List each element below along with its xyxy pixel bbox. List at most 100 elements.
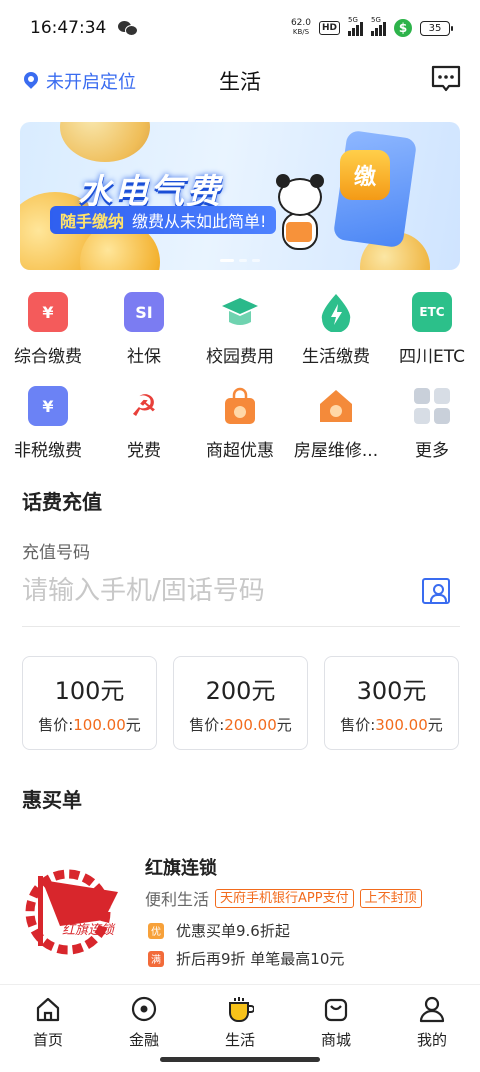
banner-subtitle-text: 缴费从未如此简单! <box>132 212 267 231</box>
nav-label: 首页 <box>32 1031 63 1049</box>
hd-icon: HD <box>318 21 340 35</box>
merchant-logo-text: 红旗连锁 <box>62 923 116 938</box>
amount-price: 售价:100.00元 <box>38 714 141 735</box>
service-item[interactable]: SI 社保 <box>96 286 192 380</box>
discount-badge-icon: 优 <box>148 922 164 939</box>
service-item[interactable]: 生活缴费 <box>288 286 384 380</box>
merchant-tag: 天府手机银行APP支付 <box>215 888 354 908</box>
price-unit: 元 <box>276 716 292 734</box>
price-unit: 元 <box>427 716 443 734</box>
house-icon <box>316 386 356 426</box>
service-item-label: 房屋维修... <box>293 441 379 461</box>
party-emblem-icon: ☭ <box>130 388 158 424</box>
deals-section-title: 惠买单 <box>22 788 82 812</box>
banner-subtitle: 随手缴纳 缴费从未如此简单! <box>50 206 277 234</box>
service-item-label: 更多 <box>415 441 449 461</box>
network-speed-value: 62.0 <box>290 18 311 28</box>
service-grid-row: ¥ 非税缴费 ☭ 党费 商超优惠 房屋维修... 更多 <box>0 380 480 474</box>
nav-label: 商城 <box>320 1031 351 1049</box>
service-item[interactable]: 房屋维修... <box>288 380 384 474</box>
contacts-icon[interactable] <box>422 578 450 604</box>
service-item[interactable]: ¥ 非税缴费 <box>0 380 96 474</box>
service-item[interactable]: 商超优惠 <box>192 380 288 474</box>
service-item-label: 非税缴费 <box>14 441 82 461</box>
merchant-category: 便利生活 <box>145 890 210 909</box>
mall-bag-icon <box>324 998 348 1022</box>
home-indicator <box>160 1057 320 1062</box>
etc-card-icon: ETC <box>412 292 452 332</box>
message-button[interactable] <box>430 63 462 95</box>
promo-banner[interactable]: 缴 水电气费 随手缴纳 缴费从未如此简单! <box>20 122 460 270</box>
panda-mascot <box>270 174 330 254</box>
service-item-label: 综合缴费 <box>14 347 82 367</box>
more-grid-icon <box>412 386 452 426</box>
banner-subtitle-highlight: 随手缴纳 <box>60 212 125 231</box>
amount-card[interactable]: 300元售价:300.00元 <box>324 656 459 750</box>
network-speed-unit: KB/S <box>292 28 310 36</box>
profile-icon <box>419 996 445 1023</box>
service-item-label: 四川ETC <box>399 347 465 367</box>
amount-price: 售价:200.00元 <box>189 714 292 735</box>
status-bar: 16:47:34 62.0 KB/S HD 5G 5G $ 35 <box>0 0 480 56</box>
service-item[interactable]: ETC 四川ETC <box>384 286 480 380</box>
service-item-label: 校园费用 <box>206 347 274 367</box>
amount-card[interactable]: 100元售价:100.00元 <box>22 656 157 750</box>
nav-label: 金融 <box>128 1031 159 1049</box>
main-content: 缴 水电气费 随手缴纳 缴费从未如此简单! ¥ 综合缴费 SI 社保 校园费用 生活缴费 E… <box>0 106 480 984</box>
finance-icon <box>131 996 157 1022</box>
divider <box>22 626 460 627</box>
amount-value: 200元 <box>205 677 276 705</box>
merchant-name: 红旗连锁 <box>145 858 217 879</box>
service-item-label: 商超优惠 <box>206 441 274 461</box>
service-item-label: 党费 <box>127 441 161 461</box>
amount-value: 300元 <box>356 677 427 705</box>
nav-label: 生活 <box>224 1031 255 1049</box>
nav-label: 我的 <box>416 1031 447 1049</box>
service-grid: ¥ 综合缴费 SI 社保 校园费用 生活缴费 ETC 四川ETC ¥ 非税缴费 ☭ 党费 商超优惠 房屋维… <box>0 286 480 474</box>
amount-price: 售价:300.00元 <box>340 714 443 735</box>
chat-bubble-icon <box>431 65 461 92</box>
network-speed: 62.0 KB/S <box>291 19 311 37</box>
service-item-label: 生活缴费 <box>302 347 370 367</box>
reduction-badge-icon: 满 <box>148 950 164 967</box>
price-value: 100.00 <box>73 716 126 734</box>
life-cup-icon <box>229 997 254 1022</box>
service-item[interactable]: ☭ 党费 <box>96 380 192 474</box>
offer-text: 优惠买单9.6折起 <box>176 922 290 940</box>
service-item[interactable]: ¥ 综合缴费 <box>0 286 96 380</box>
home-icon <box>36 997 60 1022</box>
nav-item[interactable]: 我的 <box>384 985 480 1072</box>
graduation-cap-icon <box>220 292 260 332</box>
nav-item[interactable]: 首页 <box>0 985 96 1072</box>
recharge-section-title: 话费充值 <box>22 490 102 514</box>
carousel-indicator <box>20 259 460 262</box>
service-item[interactable]: 校园费用 <box>192 286 288 380</box>
merchant-tag: 上不封顶 <box>359 888 422 908</box>
merchant-card[interactable]: 红旗连锁 红旗连锁 便利生活 天府手机银行APP支付 上不封顶 优 优惠买单9.… <box>0 846 480 976</box>
amount-value: 100元 <box>54 677 125 705</box>
status-time: 16:47:34 <box>30 18 107 38</box>
pay-badge: 缴 <box>340 150 390 200</box>
location-pin-icon <box>24 72 38 90</box>
recharge-amounts: 100元 售价:100.00元 200元 售价:200.00元 300元 售价:300.0… <box>22 656 459 750</box>
amount-card[interactable]: 200元售价:200.00元 <box>173 656 308 750</box>
merchant-category-row: 便利生活 天府手机银行APP支付 上不封顶 <box>145 886 422 910</box>
signal-label: 5G <box>348 16 358 24</box>
service-item[interactable]: 更多 <box>384 380 480 474</box>
price-value: 200.00 <box>224 716 277 734</box>
price-label: 售价: <box>189 716 225 734</box>
header: 未开启定位 生活 <box>0 56 480 106</box>
phone-number-label: 充值号码 <box>22 543 90 563</box>
phone-number-input[interactable] <box>22 568 422 614</box>
price-label: 售价: <box>340 716 376 734</box>
signal-icon: 5G <box>371 16 386 36</box>
location-button[interactable]: 未开启定位 <box>24 68 136 94</box>
water-drop-icon <box>316 292 356 332</box>
signal-icon: 5G <box>348 16 363 36</box>
battery-icon: 35 <box>420 20 453 36</box>
shopping-bag-icon <box>220 386 260 426</box>
social-security-icon: SI <box>124 292 164 332</box>
merchant-logo: 红旗连锁 <box>22 862 128 956</box>
signal-label: 5G <box>371 16 381 24</box>
offer-line: 优 优惠买单9.6折起 <box>148 920 290 941</box>
